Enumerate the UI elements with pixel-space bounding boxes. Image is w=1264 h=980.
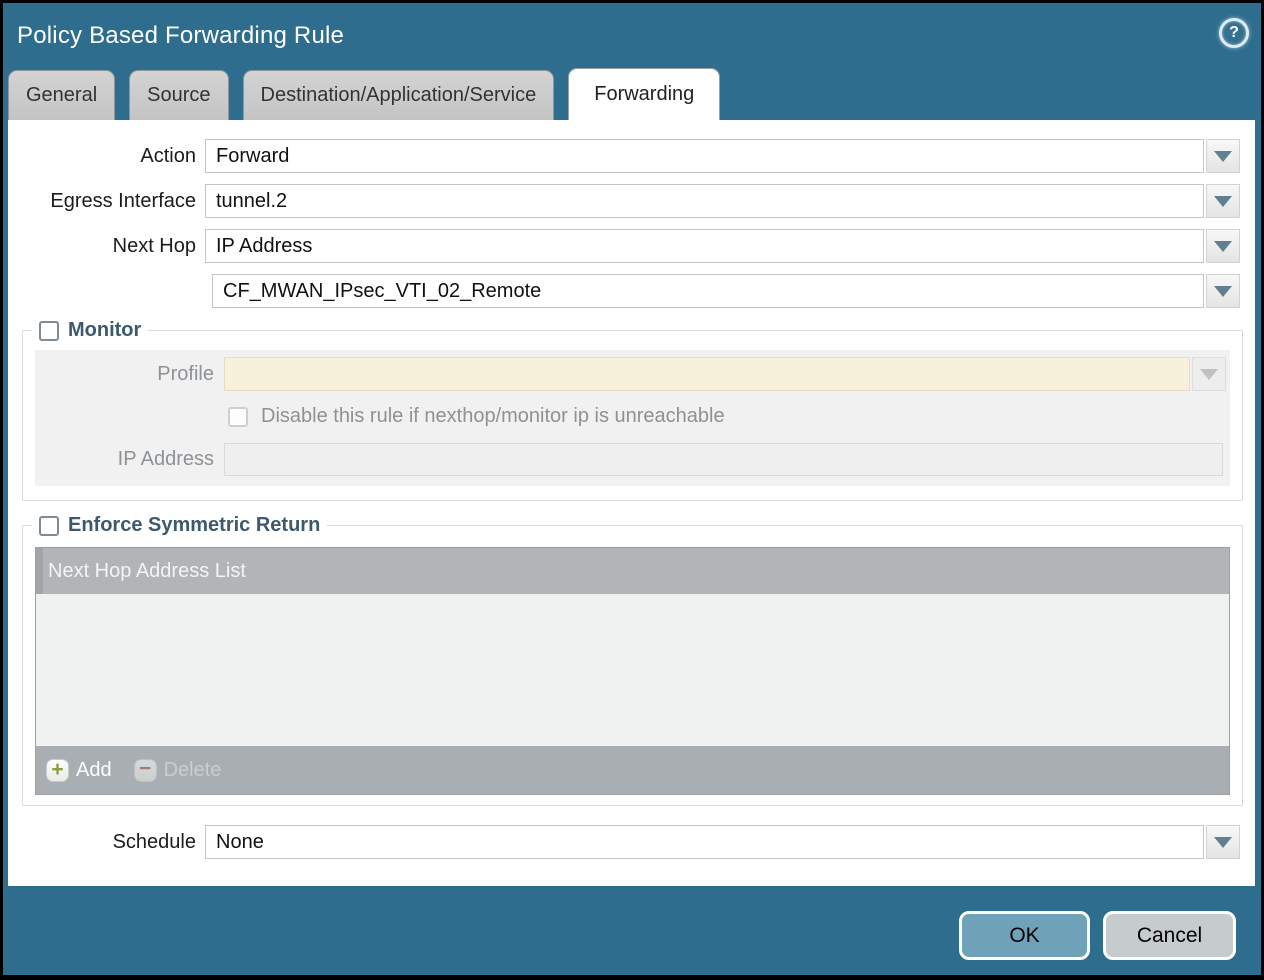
enforce-symmetric-return-fieldset: Enforce Symmetric Return Next Hop Addres… <box>22 514 1243 806</box>
egress-interface-combo: tunnel.2 <box>205 184 1240 218</box>
chevron-down-icon <box>1214 151 1232 162</box>
forwarding-tab-panel: Action Forward Egress Interface tunnel.2 <box>8 120 1255 886</box>
next-hop-address-input[interactable]: CF_MWAN_IPsec_VTI_02_Remote <box>212 274 1204 308</box>
plus-icon: + <box>46 759 69 782</box>
action-row: Action Forward <box>8 139 1240 173</box>
pbf-rule-dialog: Policy Based Forwarding Rule ? General S… <box>3 3 1261 975</box>
next-hop-dropdown-button[interactable] <box>1206 229 1240 263</box>
monitor-ip-address-row: IP Address <box>35 443 1226 476</box>
tab-destination-application-service[interactable]: Destination/Application/Service <box>243 70 555 120</box>
dialog-titlebar: Policy Based Forwarding Rule ? <box>3 3 1261 68</box>
tab-general[interactable]: General <box>8 70 115 120</box>
monitor-fieldset: Monitor Profile Disable <box>22 319 1243 501</box>
monitor-legend-label: Monitor <box>68 319 141 342</box>
disable-rule-row: Disable this rule if nexthop/monitor ip … <box>228 405 1226 428</box>
schedule-input[interactable]: None <box>205 825 1204 859</box>
tab-source-label: Source <box>147 84 210 107</box>
next-hop-address-list-header-label: Next Hop Address List <box>48 560 246 583</box>
action-combo: Forward <box>205 139 1240 173</box>
chevron-down-icon <box>1214 196 1232 207</box>
next-hop-combo: IP Address <box>205 229 1240 263</box>
delete-button[interactable]: − Delete <box>134 759 222 782</box>
profile-input[interactable] <box>224 357 1190 391</box>
schedule-row: Schedule None <box>8 825 1240 859</box>
next-hop-address-list-toolbar: + Add − Delete <box>36 746 1229 794</box>
next-hop-address-list-body <box>36 594 1229 746</box>
egress-interface-row: Egress Interface tunnel.2 <box>8 184 1240 218</box>
next-hop-label: Next Hop <box>8 235 205 258</box>
delete-button-label: Delete <box>164 759 222 782</box>
help-icon-glyph: ? <box>1229 24 1239 42</box>
egress-interface-input[interactable]: tunnel.2 <box>205 184 1204 218</box>
next-hop-address-dropdown-button[interactable] <box>1206 274 1240 308</box>
enforce-symmetric-return-legend-label: Enforce Symmetric Return <box>68 514 320 537</box>
chevron-down-icon <box>1214 241 1232 252</box>
chevron-down-icon <box>1200 369 1218 380</box>
help-icon[interactable]: ? <box>1219 18 1249 48</box>
add-button[interactable]: + Add <box>46 759 112 782</box>
schedule-label: Schedule <box>8 831 205 854</box>
tab-destination-application-service-label: Destination/Application/Service <box>261 84 537 107</box>
minus-icon: − <box>134 759 157 782</box>
cancel-button[interactable]: Cancel <box>1103 911 1236 960</box>
schedule-dropdown-button[interactable] <box>1206 825 1240 859</box>
enforce-symmetric-return-checkbox[interactable] <box>39 516 59 536</box>
profile-label: Profile <box>35 363 224 386</box>
dialog-title: Policy Based Forwarding Rule <box>17 22 344 50</box>
tab-source[interactable]: Source <box>129 70 228 120</box>
profile-row: Profile <box>35 357 1226 391</box>
tab-forwarding-label: Forwarding <box>594 83 694 106</box>
action-label: Action <box>8 145 205 168</box>
tabstrip: General Source Destination/Application/S… <box>3 68 1261 120</box>
chevron-down-icon <box>1214 286 1232 297</box>
next-hop-input[interactable]: IP Address <box>205 229 1204 263</box>
monitor-checkbox[interactable] <box>39 321 59 341</box>
next-hop-row: Next Hop IP Address <box>8 229 1240 263</box>
monitor-ip-address-label: IP Address <box>35 448 224 471</box>
tab-general-label: General <box>26 84 97 107</box>
add-button-label: Add <box>76 759 112 782</box>
profile-combo <box>224 357 1226 391</box>
action-dropdown-button[interactable] <box>1206 139 1240 173</box>
action-input[interactable]: Forward <box>205 139 1204 173</box>
enforce-symmetric-return-legend: Enforce Symmetric Return <box>32 514 327 537</box>
next-hop-address-row: CF_MWAN_IPsec_VTI_02_Remote <box>8 274 1240 308</box>
screen: Policy Based Forwarding Rule ? General S… <box>0 0 1264 980</box>
tab-forwarding[interactable]: Forwarding <box>568 68 720 120</box>
next-hop-address-list-table: Next Hop Address List + Add − <box>35 547 1230 795</box>
monitor-panel: Profile Disable this rule if nexthop/mon… <box>35 350 1230 486</box>
profile-dropdown-button[interactable] <box>1192 357 1226 391</box>
egress-interface-label: Egress Interface <box>8 190 205 213</box>
dialog-footer: OK Cancel <box>959 911 1236 960</box>
next-hop-address-combo: CF_MWAN_IPsec_VTI_02_Remote <box>212 274 1240 308</box>
monitor-legend: Monitor <box>32 319 148 342</box>
ok-button[interactable]: OK <box>959 911 1090 960</box>
schedule-combo: None <box>205 825 1240 859</box>
next-hop-address-list-header: Next Hop Address List <box>36 548 1229 594</box>
chevron-down-icon <box>1214 837 1232 848</box>
monitor-ip-address-input[interactable] <box>224 443 1223 476</box>
egress-interface-dropdown-button[interactable] <box>1206 184 1240 218</box>
disable-rule-checkbox[interactable] <box>228 407 248 427</box>
disable-rule-label: Disable this rule if nexthop/monitor ip … <box>261 405 725 428</box>
